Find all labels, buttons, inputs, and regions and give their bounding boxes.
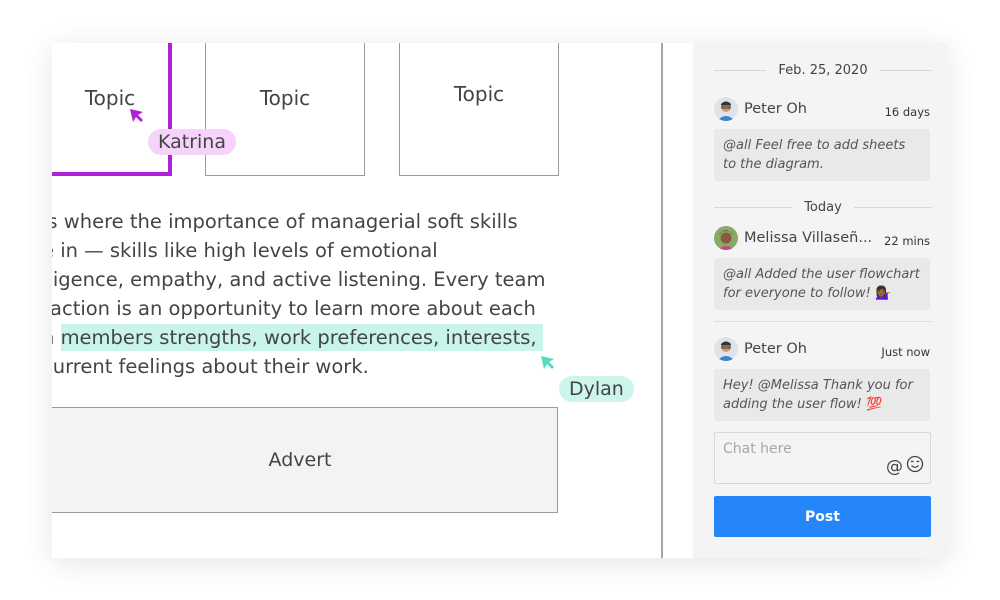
- topic-box-selected[interactable]: Topic: [52, 43, 172, 176]
- avatar-peter[interactable]: [714, 97, 738, 121]
- message-bubble: Hey! @Melissa Thank you for adding the u…: [714, 369, 930, 421]
- paragraph-line: is where the importance of managerial so…: [52, 210, 518, 233]
- post-button[interactable]: Post: [714, 496, 931, 537]
- collaborator-tag-dylan: Dylan: [559, 376, 634, 402]
- message-time: 22 mins: [884, 234, 930, 248]
- advert-box[interactable]: Advert: [52, 407, 558, 513]
- paragraph-line: raction is an opportunity to learn more …: [52, 297, 536, 320]
- message-divider: [714, 321, 932, 322]
- message-author: Peter Oh: [744, 341, 807, 357]
- app-frame: Topic Topic Topic Katrina is where the i…: [52, 43, 948, 558]
- avatar-peter[interactable]: [714, 337, 738, 361]
- message-bubble: @all Feel free to add sheets to the diag…: [714, 129, 930, 181]
- topic-box[interactable]: Topic: [399, 43, 559, 176]
- katrina-cursor-icon: [130, 109, 143, 122]
- collaborator-tag-katrina: Katrina: [148, 129, 236, 155]
- hundred-points-emoji-icon: 💯: [866, 397, 883, 412]
- chat-message: Melissa Villaseñ... 22 mins @all Added t…: [714, 224, 930, 310]
- document-canvas[interactable]: Topic Topic Topic Katrina is where the i…: [52, 43, 693, 558]
- highlighted-text[interactable]: members strengths, work preferences, int…: [60, 324, 543, 351]
- topic-label: Topic: [84, 86, 136, 110]
- date-separator-label: Feb. 25, 2020: [778, 63, 868, 78]
- dylan-cursor-icon: [541, 356, 554, 369]
- message-bubble: @all Added the user flowchart for everyo…: [714, 258, 930, 310]
- message-time: 16 days: [884, 105, 930, 119]
- topic-box[interactable]: Topic: [205, 43, 365, 176]
- emoji-picker-icon[interactable]: [906, 455, 924, 478]
- mention-icon[interactable]: @: [886, 457, 903, 477]
- chat-panel: Feb. 25, 2020 Peter Oh 16 days @all Feel…: [693, 43, 948, 558]
- message-author: Melissa Villaseñ...: [744, 230, 873, 246]
- avatar-melissa[interactable]: [714, 226, 738, 250]
- date-separator: Feb. 25, 2020: [714, 63, 933, 78]
- paragraph-line: e in — skills like high levels of emotio…: [52, 239, 438, 262]
- message-time: Just now: [881, 345, 930, 359]
- chat-input[interactable]: Chat here @: [714, 432, 931, 484]
- chat-input-placeholder: Chat here: [723, 441, 792, 457]
- page-edge-divider: [661, 43, 663, 558]
- today-separator: Today: [714, 200, 933, 215]
- chat-message: Peter Oh 16 days @all Feel free to add s…: [714, 95, 930, 181]
- paragraph-line-prefix: n: [52, 326, 61, 349]
- message-text: Hey! @Melissa Thank you for adding the u…: [723, 378, 913, 412]
- tipping-hand-emoji-icon: 💁🏾‍♀️: [874, 286, 892, 301]
- today-separator-label: Today: [804, 200, 842, 215]
- paragraph-line: n members strengths, work preferences, i…: [52, 323, 642, 352]
- paragraph-line: lligence, empathy, and active listening.…: [52, 268, 546, 291]
- topic-label: Topic: [259, 86, 311, 110]
- advert-label: Advert: [268, 449, 332, 471]
- message-text: @all Feel free to add sheets to the diag…: [723, 138, 906, 172]
- topic-label: Topic: [453, 82, 505, 106]
- chat-message: Peter Oh Just now Hey! @Melissa Thank yo…: [714, 335, 930, 421]
- message-author: Peter Oh: [744, 101, 807, 117]
